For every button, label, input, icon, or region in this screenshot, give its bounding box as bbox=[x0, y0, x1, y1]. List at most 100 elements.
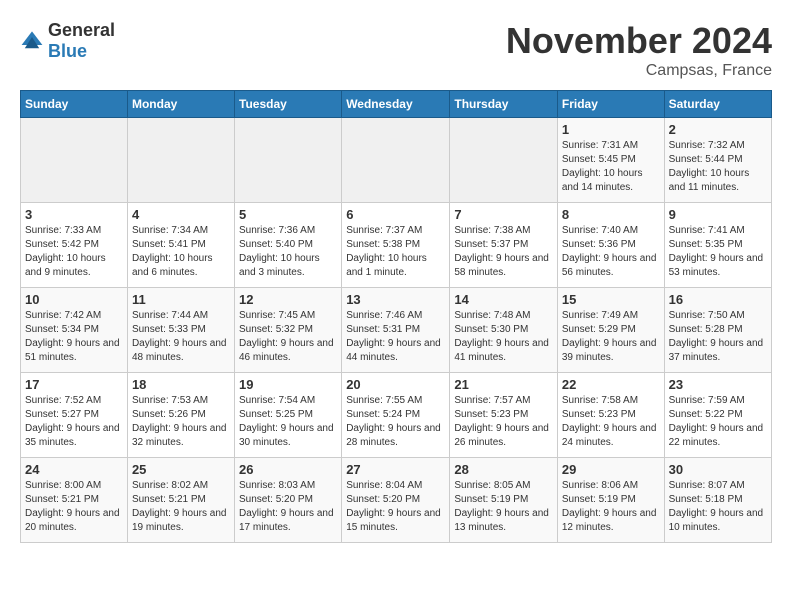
day-number: 1 bbox=[562, 122, 660, 137]
week-row-1: 1 Sunrise: 7:31 AM Sunset: 5:45 PM Daylig… bbox=[21, 118, 772, 203]
calendar-cell: 26 Sunrise: 8:03 AM Sunset: 5:20 PM Dayli… bbox=[235, 458, 342, 543]
day-number: 13 bbox=[346, 292, 445, 307]
day-info: Sunrise: 7:48 AM Sunset: 5:30 PM Dayligh… bbox=[454, 309, 553, 365]
day-info: Sunrise: 7:32 AM Sunset: 5:44 PM Dayligh… bbox=[669, 139, 767, 195]
month-title: November 2024 bbox=[506, 20, 772, 62]
week-row-5: 24Sunrise: 8:00 AM Sunset: 5:21 PM Dayli… bbox=[21, 458, 772, 543]
calendar-cell: 29 Sunrise: 8:06 AM Sunset: 5:19 PM Dayli… bbox=[557, 458, 664, 543]
day-number: 11 bbox=[132, 292, 230, 307]
day-info: Sunrise: 7:42 AM Sunset: 5:34 PM Dayligh… bbox=[25, 309, 123, 365]
calendar-cell: 15 Sunrise: 7:49 AM Sunset: 5:29 PM Dayli… bbox=[557, 288, 664, 373]
day-info: Sunrise: 8:03 AM Sunset: 5:20 PM Dayligh… bbox=[239, 479, 337, 535]
week-row-3: 10 Sunrise: 7:42 AM Sunset: 5:34 PM Dayli… bbox=[21, 288, 772, 373]
day-info: Sunrise: 7:52 AM Sunset: 5:27 PM Dayligh… bbox=[25, 394, 123, 450]
calendar-cell: 1 Sunrise: 7:31 AM Sunset: 5:45 PM Daylig… bbox=[557, 118, 664, 203]
weekday-header-thursday: Thursday bbox=[450, 91, 558, 118]
day-number: 17 bbox=[25, 377, 123, 392]
day-number: 16 bbox=[669, 292, 767, 307]
weekday-header-friday: Friday bbox=[557, 91, 664, 118]
day-info: Sunrise: 7:49 AM Sunset: 5:29 PM Dayligh… bbox=[562, 309, 660, 365]
weekday-header-tuesday: Tuesday bbox=[235, 91, 342, 118]
day-info: Sunrise: 7:41 AM Sunset: 5:35 PM Dayligh… bbox=[669, 224, 767, 280]
day-number: 22 bbox=[562, 377, 660, 392]
calendar-cell: 14Sunrise: 7:48 AM Sunset: 5:30 PM Dayli… bbox=[450, 288, 558, 373]
day-number: 26 bbox=[239, 462, 337, 477]
calendar-cell: 17 Sunrise: 7:52 AM Sunset: 5:27 PM Dayli… bbox=[21, 373, 128, 458]
day-info: Sunrise: 7:55 AM Sunset: 5:24 PM Dayligh… bbox=[346, 394, 445, 450]
calendar-cell: 12 Sunrise: 7:45 AM Sunset: 5:32 PM Dayli… bbox=[235, 288, 342, 373]
day-number: 7 bbox=[454, 207, 553, 222]
calendar-cell: 3Sunrise: 7:33 AM Sunset: 5:42 PM Daylig… bbox=[21, 203, 128, 288]
title-area: November 2024 Campsas, France bbox=[506, 20, 772, 80]
calendar-cell bbox=[450, 118, 558, 203]
weekday-header-row: SundayMondayTuesdayWednesdayThursdayFrid… bbox=[21, 91, 772, 118]
day-number: 9 bbox=[669, 207, 767, 222]
day-number: 21 bbox=[454, 377, 553, 392]
calendar-cell: 2 Sunrise: 7:32 AM Sunset: 5:44 PM Daylig… bbox=[664, 118, 771, 203]
week-row-2: 3Sunrise: 7:33 AM Sunset: 5:42 PM Daylig… bbox=[21, 203, 772, 288]
day-info: Sunrise: 7:53 AM Sunset: 5:26 PM Dayligh… bbox=[132, 394, 230, 450]
calendar-cell: 25Sunrise: 8:02 AM Sunset: 5:21 PM Dayli… bbox=[127, 458, 234, 543]
day-info: Sunrise: 7:40 AM Sunset: 5:36 PM Dayligh… bbox=[562, 224, 660, 280]
day-info: Sunrise: 7:31 AM Sunset: 5:45 PM Dayligh… bbox=[562, 139, 660, 195]
calendar-cell: 20Sunrise: 7:55 AM Sunset: 5:24 PM Dayli… bbox=[342, 373, 450, 458]
day-info: Sunrise: 7:34 AM Sunset: 5:41 PM Dayligh… bbox=[132, 224, 230, 280]
day-info: Sunrise: 8:07 AM Sunset: 5:18 PM Dayligh… bbox=[669, 479, 767, 535]
day-info: Sunrise: 7:45 AM Sunset: 5:32 PM Dayligh… bbox=[239, 309, 337, 365]
calendar-cell: 30 Sunrise: 8:07 AM Sunset: 5:18 PM Dayli… bbox=[664, 458, 771, 543]
day-info: Sunrise: 7:37 AM Sunset: 5:38 PM Dayligh… bbox=[346, 224, 445, 280]
day-number: 15 bbox=[562, 292, 660, 307]
calendar-cell: 11Sunrise: 7:44 AM Sunset: 5:33 PM Dayli… bbox=[127, 288, 234, 373]
calendar-cell: 6 Sunrise: 7:37 AM Sunset: 5:38 PM Daylig… bbox=[342, 203, 450, 288]
day-info: Sunrise: 8:06 AM Sunset: 5:19 PM Dayligh… bbox=[562, 479, 660, 535]
calendar-table: SundayMondayTuesdayWednesdayThursdayFrid… bbox=[20, 90, 772, 543]
day-info: Sunrise: 7:58 AM Sunset: 5:23 PM Dayligh… bbox=[562, 394, 660, 450]
day-number: 4 bbox=[132, 207, 230, 222]
calendar-cell: 22 Sunrise: 7:58 AM Sunset: 5:23 PM Dayli… bbox=[557, 373, 664, 458]
day-info: Sunrise: 7:38 AM Sunset: 5:37 PM Dayligh… bbox=[454, 224, 553, 280]
calendar-cell bbox=[342, 118, 450, 203]
weekday-header-monday: Monday bbox=[127, 91, 234, 118]
calendar-cell: 7 Sunrise: 7:38 AM Sunset: 5:37 PM Daylig… bbox=[450, 203, 558, 288]
day-number: 28 bbox=[454, 462, 553, 477]
calendar-cell: 10 Sunrise: 7:42 AM Sunset: 5:34 PM Dayli… bbox=[21, 288, 128, 373]
calendar-cell: 28 Sunrise: 8:05 AM Sunset: 5:19 PM Dayli… bbox=[450, 458, 558, 543]
calendar-cell bbox=[21, 118, 128, 203]
page-header: General Blue November 2024 Campsas, Fran… bbox=[20, 20, 772, 80]
logo: General Blue bbox=[20, 20, 115, 62]
day-number: 23 bbox=[669, 377, 767, 392]
day-info: Sunrise: 7:36 AM Sunset: 5:40 PM Dayligh… bbox=[239, 224, 337, 280]
calendar-cell: 18 Sunrise: 7:53 AM Sunset: 5:26 PM Dayli… bbox=[127, 373, 234, 458]
weekday-header-saturday: Saturday bbox=[664, 91, 771, 118]
calendar-cell: 13 Sunrise: 7:46 AM Sunset: 5:31 PM Dayli… bbox=[342, 288, 450, 373]
day-number: 8 bbox=[562, 207, 660, 222]
day-info: Sunrise: 7:57 AM Sunset: 5:23 PM Dayligh… bbox=[454, 394, 553, 450]
day-number: 18 bbox=[132, 377, 230, 392]
calendar-cell: 21 Sunrise: 7:57 AM Sunset: 5:23 PM Dayli… bbox=[450, 373, 558, 458]
day-number: 19 bbox=[239, 377, 337, 392]
day-info: Sunrise: 8:05 AM Sunset: 5:19 PM Dayligh… bbox=[454, 479, 553, 535]
day-number: 29 bbox=[562, 462, 660, 477]
week-row-4: 17 Sunrise: 7:52 AM Sunset: 5:27 PM Dayli… bbox=[21, 373, 772, 458]
day-number: 2 bbox=[669, 122, 767, 137]
day-number: 6 bbox=[346, 207, 445, 222]
day-info: Sunrise: 7:59 AM Sunset: 5:22 PM Dayligh… bbox=[669, 394, 767, 450]
day-number: 12 bbox=[239, 292, 337, 307]
calendar-cell: 8 Sunrise: 7:40 AM Sunset: 5:36 PM Daylig… bbox=[557, 203, 664, 288]
day-info: Sunrise: 7:54 AM Sunset: 5:25 PM Dayligh… bbox=[239, 394, 337, 450]
calendar-cell: 27Sunrise: 8:04 AM Sunset: 5:20 PM Dayli… bbox=[342, 458, 450, 543]
calendar-cell: 24Sunrise: 8:00 AM Sunset: 5:21 PM Dayli… bbox=[21, 458, 128, 543]
logo-icon bbox=[20, 29, 44, 53]
day-number: 10 bbox=[25, 292, 123, 307]
calendar-cell: 19 Sunrise: 7:54 AM Sunset: 5:25 PM Dayli… bbox=[235, 373, 342, 458]
day-number: 25 bbox=[132, 462, 230, 477]
day-info: Sunrise: 7:50 AM Sunset: 5:28 PM Dayligh… bbox=[669, 309, 767, 365]
day-info: Sunrise: 8:00 AM Sunset: 5:21 PM Dayligh… bbox=[25, 479, 123, 535]
day-number: 30 bbox=[669, 462, 767, 477]
day-info: Sunrise: 7:46 AM Sunset: 5:31 PM Dayligh… bbox=[346, 309, 445, 365]
calendar-cell: 16 Sunrise: 7:50 AM Sunset: 5:28 PM Dayli… bbox=[664, 288, 771, 373]
calendar-cell: 9 Sunrise: 7:41 AM Sunset: 5:35 PM Daylig… bbox=[664, 203, 771, 288]
day-info: Sunrise: 8:04 AM Sunset: 5:20 PM Dayligh… bbox=[346, 479, 445, 535]
location: Campsas, France bbox=[506, 62, 772, 80]
logo-text: General Blue bbox=[48, 20, 115, 62]
